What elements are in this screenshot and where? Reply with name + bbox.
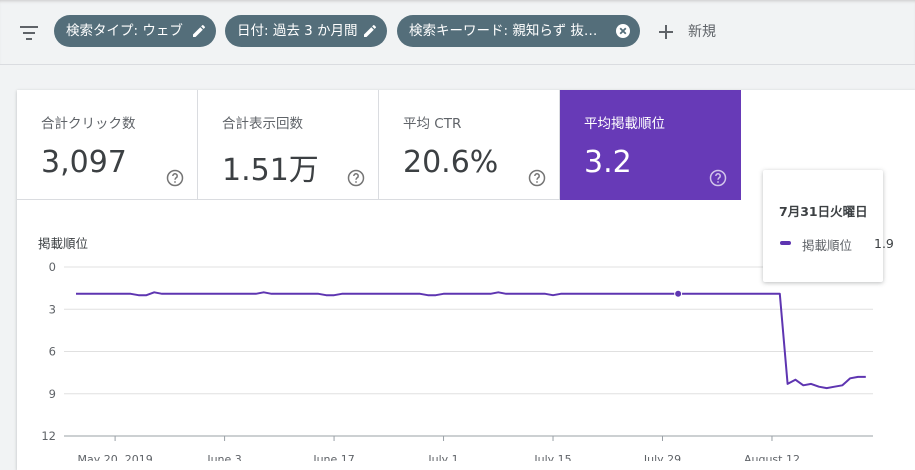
filter-chip-search-type[interactable]: 検索タイプ: ウェブ [54,15,216,47]
metric-label: 合計表示回数 [222,116,303,132]
y-tick-label: 0 [49,260,56,274]
y-tick-label: 6 [49,345,56,359]
series-line-position [76,291,866,390]
y-tick-label: 9 [49,387,56,401]
close-circle-icon[interactable] [615,23,631,39]
tooltip-series-name: 掲載順位 [802,238,853,253]
hover-point [674,289,683,298]
metric-value: 3.2 [584,145,632,180]
metric-average-ctr[interactable]: 平均 CTR 20.6% [379,90,560,200]
help-icon[interactable] [166,169,184,187]
pencil-icon[interactable] [191,23,207,39]
filter-chip-label: 検索タイプ: ウェブ [66,23,183,39]
metric-total-impressions[interactable]: 合計表示回数 1.51万 [198,90,379,200]
pencil-icon[interactable] [362,23,378,39]
help-icon[interactable] [528,169,546,187]
chart-tooltip: 7月31日火曜日 掲載順位 1.9 [763,170,894,282]
tooltip-value: 1.9 [874,236,894,251]
x-tick-label: June 3 [206,453,241,461]
metric-label: 合計クリック数 [41,116,136,132]
plus-icon [659,25,673,39]
x-tick-label: June 17 [312,453,354,461]
metric-label: 平均掲載順位 [584,116,665,132]
filter-chip-date[interactable]: 日付: 過去 3 か月間 [225,15,387,47]
x-tick-label: May 20, 2019 [77,453,152,461]
metric-value: 1.51万 [222,153,319,188]
x-tick-label: July 29 [643,453,681,461]
metric-average-position[interactable]: 平均掲載順位 3.2 [560,90,741,200]
y-tick-label: 3 [49,302,56,316]
filter-chip-label: 日付: 過去 3 か月間 [237,23,358,39]
filter-bar: 検索タイプ: ウェブ 日付: 過去 3 か月間 検索キーワード: 親知らず 抜…… [0,0,915,65]
add-filter-label: 新規 [688,24,716,40]
tooltip-series-swatch [780,241,791,245]
metric-value: 20.6% [403,145,499,180]
metric-value: 3,097 [41,145,127,180]
x-tick-label: July 1 [427,453,458,461]
help-icon[interactable] [347,169,365,187]
y-tick-label: 12 [41,429,56,443]
x-tick-label: August 12 [744,453,800,461]
filter-chip-query[interactable]: 検索キーワード: 親知らず 抜… [397,15,640,47]
metric-total-clicks[interactable]: 合計クリック数 3,097 [17,90,198,200]
tooltip-date: 7月31日火曜日 [779,204,868,219]
metric-label: 平均 CTR [403,116,462,132]
filter-chip-label: 検索キーワード: 親知らず 抜… [409,23,598,39]
help-icon[interactable] [709,169,727,187]
filter-list-icon[interactable] [18,22,40,44]
x-tick-label: July 15 [533,453,571,461]
